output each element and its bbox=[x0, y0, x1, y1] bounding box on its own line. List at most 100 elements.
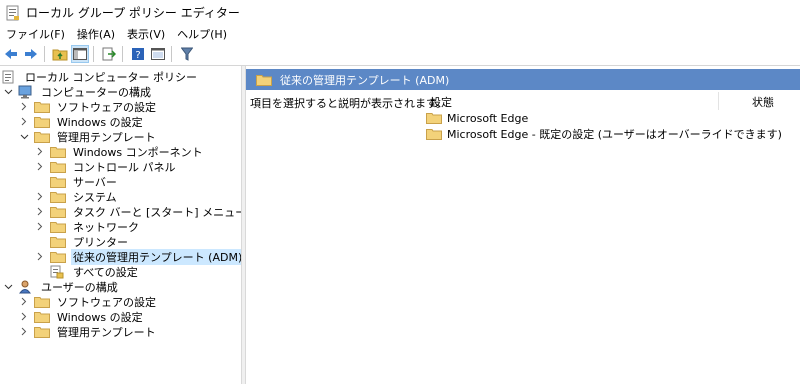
tree-item-user-config[interactable]: ユーザーの構成 bbox=[2, 279, 120, 294]
chevron-right-icon[interactable] bbox=[34, 189, 46, 204]
toolbar-separator bbox=[171, 46, 172, 62]
toolbar-separator bbox=[44, 46, 45, 62]
folder-icon bbox=[50, 235, 66, 249]
tree-item-computer-config[interactable]: コンピューターの構成 bbox=[2, 84, 153, 99]
tree-label: Windows の設定 bbox=[57, 115, 143, 129]
menu-view[interactable]: 表示(V) bbox=[121, 26, 171, 42]
toolbar-separator bbox=[122, 46, 123, 62]
back-arrow-icon bbox=[5, 49, 17, 59]
folder-icon bbox=[34, 325, 50, 339]
tree-root[interactable]: ローカル コンピューター ポリシー bbox=[2, 69, 199, 84]
menu-help[interactable]: ヘルプ(H) bbox=[171, 26, 233, 42]
folder-icon bbox=[50, 145, 66, 159]
chevron-right-icon[interactable] bbox=[34, 159, 46, 174]
no-expander bbox=[34, 234, 46, 249]
chevron-right-icon[interactable] bbox=[18, 324, 30, 339]
chevron-right-icon[interactable] bbox=[34, 204, 46, 219]
folder-icon bbox=[50, 250, 66, 264]
settings-list-icon bbox=[50, 265, 66, 279]
tree-label: ソフトウェアの設定 bbox=[57, 100, 156, 114]
tree-item-printer[interactable]: プリンター bbox=[34, 234, 130, 249]
chevron-right-icon[interactable] bbox=[18, 309, 30, 324]
tree-label: サーバー bbox=[73, 175, 117, 189]
tree-label: Windows コンポーネント bbox=[73, 145, 203, 159]
tree-label: プリンター bbox=[73, 235, 128, 249]
show-hide-tree-button[interactable] bbox=[71, 45, 89, 63]
forward-button[interactable] bbox=[22, 45, 40, 63]
policy-editor-app-icon bbox=[6, 5, 19, 20]
tree-item-server[interactable]: サーバー bbox=[34, 174, 119, 189]
tree-item-system[interactable]: システム bbox=[34, 189, 119, 204]
description-text: 項目を選択すると説明が表示されます。 bbox=[250, 97, 447, 110]
tree-item-network[interactable]: ネットワーク bbox=[34, 219, 141, 234]
chevron-right-icon[interactable] bbox=[34, 144, 46, 159]
folder-icon bbox=[256, 73, 272, 87]
menu-file[interactable]: ファイル(F) bbox=[0, 26, 71, 42]
column-header-state[interactable]: 状態 bbox=[752, 93, 774, 110]
tree-label: システム bbox=[73, 190, 117, 204]
folder-icon bbox=[34, 100, 50, 114]
tree-item-windows-components[interactable]: Windows コンポーネント bbox=[34, 144, 205, 159]
list-item[interactable]: Microsoft Edge - 既定の設定 (ユーザーはオーバーライドできます… bbox=[426, 126, 782, 142]
tree-label: 管理用テンプレート bbox=[57, 130, 156, 144]
column-divider[interactable] bbox=[718, 92, 719, 110]
chevron-down-icon[interactable] bbox=[2, 279, 14, 294]
tree-item-classic-admin-templates[interactable]: 従来の管理用テンプレート (ADM) bbox=[34, 248, 241, 265]
svg-text:?: ? bbox=[135, 50, 140, 61]
chevron-right-icon[interactable] bbox=[34, 219, 46, 234]
tree-item-user-software-settings[interactable]: ソフトウェアの設定 bbox=[18, 294, 158, 309]
help-icon: ? bbox=[132, 48, 144, 61]
folder-icon bbox=[34, 295, 50, 309]
no-expander bbox=[34, 174, 46, 189]
list-item-label: Microsoft Edge bbox=[447, 111, 529, 125]
tree-label: ソフトウェアの設定 bbox=[57, 295, 156, 309]
export-list-button[interactable] bbox=[100, 45, 118, 63]
tree-item-user-admin-templates[interactable]: 管理用テンプレート bbox=[18, 324, 158, 339]
folder-open-icon bbox=[34, 130, 50, 144]
chevron-down-icon[interactable] bbox=[18, 129, 30, 144]
details-header: 従来の管理用テンプレート (ADM) bbox=[246, 69, 800, 90]
column-header-setting[interactable]: 設定 bbox=[430, 93, 452, 110]
up-one-level-button[interactable] bbox=[51, 45, 69, 63]
chevron-right-icon[interactable] bbox=[18, 114, 30, 129]
tree-item-admin-templates[interactable]: 管理用テンプレート bbox=[18, 129, 158, 144]
title-bar: ローカル グループ ポリシー エディター bbox=[0, 0, 800, 25]
policy-document-icon bbox=[2, 70, 18, 84]
up-folder-icon bbox=[52, 49, 68, 61]
tree-item-windows-settings[interactable]: Windows の設定 bbox=[18, 114, 145, 129]
list-item[interactable]: Microsoft Edge bbox=[426, 110, 528, 126]
tree-label: ユーザーの構成 bbox=[41, 280, 118, 294]
folder-icon bbox=[34, 310, 50, 324]
folder-icon bbox=[426, 127, 442, 141]
folder-icon bbox=[34, 115, 50, 129]
properties-button[interactable] bbox=[149, 45, 167, 63]
tree-item-control-panel[interactable]: コントロール パネル bbox=[34, 159, 178, 174]
tree-item-all-settings[interactable]: すべての設定 bbox=[34, 264, 140, 279]
menu-bar: ファイル(F) 操作(A) 表示(V) ヘルプ(H) bbox=[0, 25, 800, 43]
chevron-down-icon[interactable] bbox=[2, 84, 14, 99]
chevron-right-icon[interactable] bbox=[18, 294, 30, 309]
back-button[interactable] bbox=[2, 45, 20, 63]
tree-label: ローカル コンピューター ポリシー bbox=[25, 70, 197, 84]
window-title: ローカル グループ ポリシー エディター bbox=[26, 6, 240, 20]
details-pane: 従来の管理用テンプレート (ADM) 項目を選択すると説明が表示されます。 設定… bbox=[246, 66, 800, 384]
help-button[interactable]: ? bbox=[129, 45, 147, 63]
tree-label: Windows の設定 bbox=[57, 310, 143, 324]
filter-icon bbox=[181, 47, 193, 61]
tree-label: コンピューターの構成 bbox=[41, 85, 151, 99]
tree-item-taskbar-start[interactable]: タスク バーと [スタート] メニュー bbox=[34, 204, 241, 219]
chevron-right-icon[interactable] bbox=[34, 249, 46, 264]
export-list-icon bbox=[102, 47, 116, 61]
tree-label: タスク バーと [スタート] メニュー bbox=[73, 205, 241, 219]
folder-icon bbox=[50, 205, 66, 219]
list-item-label: Microsoft Edge - 既定の設定 (ユーザーはオーバーライドできます… bbox=[447, 128, 782, 141]
chevron-right-icon[interactable] bbox=[18, 99, 30, 114]
tree-item-software-settings[interactable]: ソフトウェアの設定 bbox=[18, 99, 158, 114]
folder-icon bbox=[426, 111, 442, 125]
filter-button[interactable] bbox=[178, 45, 196, 63]
tree-item-user-windows-settings[interactable]: Windows の設定 bbox=[18, 309, 145, 324]
folder-icon bbox=[50, 190, 66, 204]
tree-label: 従来の管理用テンプレート (ADM) bbox=[71, 248, 241, 265]
folder-icon bbox=[50, 220, 66, 234]
menu-action[interactable]: 操作(A) bbox=[71, 26, 121, 42]
